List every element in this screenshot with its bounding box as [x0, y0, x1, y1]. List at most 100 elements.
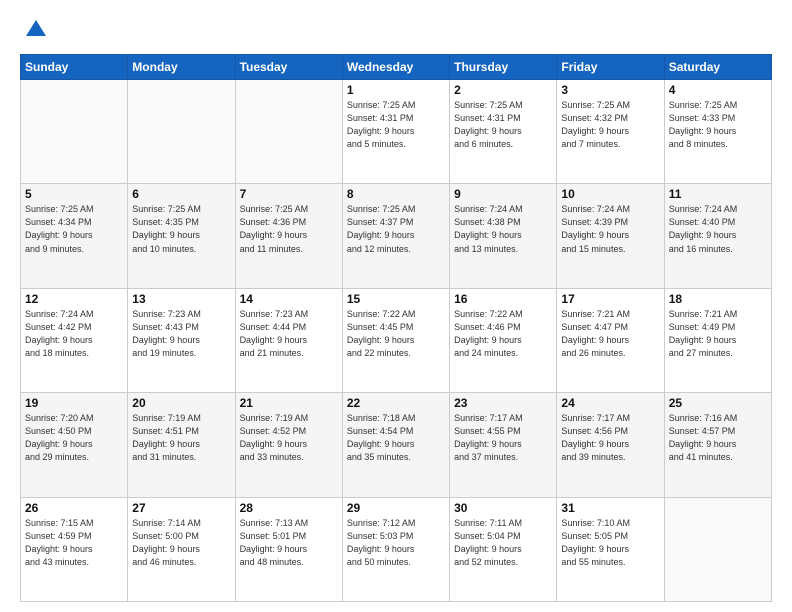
header [20, 16, 772, 44]
day-info: Sunrise: 7:25 AM Sunset: 4:35 PM Dayligh… [132, 203, 230, 255]
day-info: Sunrise: 7:24 AM Sunset: 4:38 PM Dayligh… [454, 203, 552, 255]
day-info: Sunrise: 7:17 AM Sunset: 4:56 PM Dayligh… [561, 412, 659, 464]
day-info: Sunrise: 7:24 AM Sunset: 4:40 PM Dayligh… [669, 203, 767, 255]
day-number: 12 [25, 292, 123, 306]
calendar-table: SundayMondayTuesdayWednesdayThursdayFrid… [20, 54, 772, 602]
day-info: Sunrise: 7:23 AM Sunset: 4:44 PM Dayligh… [240, 308, 338, 360]
day-number: 31 [561, 501, 659, 515]
day-info: Sunrise: 7:25 AM Sunset: 4:31 PM Dayligh… [347, 99, 445, 151]
calendar-cell: 14 Sunrise: 7:23 AM Sunset: 4:44 PM Dayli… [235, 288, 342, 392]
weekday-header-friday: Friday [557, 55, 664, 80]
calendar-cell: 16 Sunrise: 7:22 AM Sunset: 4:46 PM Dayli… [450, 288, 557, 392]
logo-icon [22, 16, 50, 44]
day-info: Sunrise: 7:17 AM Sunset: 4:55 PM Dayligh… [454, 412, 552, 464]
weekday-header-monday: Monday [128, 55, 235, 80]
day-info: Sunrise: 7:13 AM Sunset: 5:01 PM Dayligh… [240, 517, 338, 569]
calendar-cell: 4Sunrise: 7:25 AM Sunset: 4:33 PM Daylig… [664, 80, 771, 184]
day-number: 23 [454, 396, 552, 410]
day-number: 20 [132, 396, 230, 410]
day-info: Sunrise: 7:21 AM Sunset: 4:49 PM Dayligh… [669, 308, 767, 360]
day-number: 24 [561, 396, 659, 410]
calendar-cell [128, 80, 235, 184]
day-number: 10 [561, 187, 659, 201]
logo [20, 16, 50, 44]
day-info: Sunrise: 7:18 AM Sunset: 4:54 PM Dayligh… [347, 412, 445, 464]
day-info: Sunrise: 7:19 AM Sunset: 4:52 PM Dayligh… [240, 412, 338, 464]
calendar-cell: 13Sunrise: 7:23 AM Sunset: 4:43 PM Dayli… [128, 288, 235, 392]
day-number: 18 [669, 292, 767, 306]
calendar-cell: 27Sunrise: 7:14 AM Sunset: 5:00 PM Dayli… [128, 497, 235, 601]
weekday-header-sunday: Sunday [21, 55, 128, 80]
day-number: 29 [347, 501, 445, 515]
day-number: 11 [669, 187, 767, 201]
day-number: 25 [669, 396, 767, 410]
day-info: Sunrise: 7:25 AM Sunset: 4:33 PM Dayligh… [669, 99, 767, 151]
calendar-cell: 25 Sunrise: 7:16 AM Sunset: 4:57 PM Dayli… [664, 393, 771, 497]
week-row-2: 12 Sunrise: 7:24 AM Sunset: 4:42 PM Dayli… [21, 288, 772, 392]
week-row-3: 19Sunrise: 7:20 AM Sunset: 4:50 PM Dayli… [21, 393, 772, 497]
day-number: 9 [454, 187, 552, 201]
day-number: 26 [25, 501, 123, 515]
calendar-cell: 1 Sunrise: 7:25 AM Sunset: 4:31 PM Daylig… [342, 80, 449, 184]
calendar-cell [664, 497, 771, 601]
day-info: Sunrise: 7:22 AM Sunset: 4:45 PM Dayligh… [347, 308, 445, 360]
calendar-cell: 23 Sunrise: 7:17 AM Sunset: 4:55 PM Dayli… [450, 393, 557, 497]
day-info: Sunrise: 7:16 AM Sunset: 4:57 PM Dayligh… [669, 412, 767, 464]
day-info: Sunrise: 7:23 AM Sunset: 4:43 PM Dayligh… [132, 308, 230, 360]
calendar-cell: 29Sunrise: 7:12 AM Sunset: 5:03 PM Dayli… [342, 497, 449, 601]
day-number: 30 [454, 501, 552, 515]
day-number: 15 [347, 292, 445, 306]
calendar-cell: 22 Sunrise: 7:18 AM Sunset: 4:54 PM Dayli… [342, 393, 449, 497]
calendar-cell: 28 Sunrise: 7:13 AM Sunset: 5:01 PM Dayli… [235, 497, 342, 601]
calendar-cell: 20 Sunrise: 7:19 AM Sunset: 4:51 PM Dayli… [128, 393, 235, 497]
day-info: Sunrise: 7:25 AM Sunset: 4:31 PM Dayligh… [454, 99, 552, 151]
day-info: Sunrise: 7:24 AM Sunset: 4:39 PM Dayligh… [561, 203, 659, 255]
day-number: 17 [561, 292, 659, 306]
calendar-cell: 31 Sunrise: 7:10 AM Sunset: 5:05 PM Dayli… [557, 497, 664, 601]
calendar-cell: 26 Sunrise: 7:15 AM Sunset: 4:59 PM Dayli… [21, 497, 128, 601]
week-row-0: 1 Sunrise: 7:25 AM Sunset: 4:31 PM Daylig… [21, 80, 772, 184]
week-row-4: 26 Sunrise: 7:15 AM Sunset: 4:59 PM Dayli… [21, 497, 772, 601]
calendar-cell: 5 Sunrise: 7:25 AM Sunset: 4:34 PM Daylig… [21, 184, 128, 288]
day-number: 14 [240, 292, 338, 306]
calendar-cell: 2 Sunrise: 7:25 AM Sunset: 4:31 PM Daylig… [450, 80, 557, 184]
calendar-cell: 19Sunrise: 7:20 AM Sunset: 4:50 PM Dayli… [21, 393, 128, 497]
calendar-cell: 15 Sunrise: 7:22 AM Sunset: 4:45 PM Dayli… [342, 288, 449, 392]
calendar-cell: 17 Sunrise: 7:21 AM Sunset: 4:47 PM Dayli… [557, 288, 664, 392]
day-info: Sunrise: 7:25 AM Sunset: 4:34 PM Dayligh… [25, 203, 123, 255]
day-number: 5 [25, 187, 123, 201]
calendar-cell [21, 80, 128, 184]
page: SundayMondayTuesdayWednesdayThursdayFrid… [0, 0, 792, 612]
day-info: Sunrise: 7:22 AM Sunset: 4:46 PM Dayligh… [454, 308, 552, 360]
day-number: 27 [132, 501, 230, 515]
day-info: Sunrise: 7:24 AM Sunset: 4:42 PM Dayligh… [25, 308, 123, 360]
day-info: Sunrise: 7:25 AM Sunset: 4:36 PM Dayligh… [240, 203, 338, 255]
day-info: Sunrise: 7:20 AM Sunset: 4:50 PM Dayligh… [25, 412, 123, 464]
weekday-header-tuesday: Tuesday [235, 55, 342, 80]
day-number: 21 [240, 396, 338, 410]
day-number: 22 [347, 396, 445, 410]
day-info: Sunrise: 7:11 AM Sunset: 5:04 PM Dayligh… [454, 517, 552, 569]
calendar-cell: 9 Sunrise: 7:24 AM Sunset: 4:38 PM Daylig… [450, 184, 557, 288]
calendar-cell [235, 80, 342, 184]
day-info: Sunrise: 7:21 AM Sunset: 4:47 PM Dayligh… [561, 308, 659, 360]
day-number: 8 [347, 187, 445, 201]
day-number: 28 [240, 501, 338, 515]
day-info: Sunrise: 7:25 AM Sunset: 4:37 PM Dayligh… [347, 203, 445, 255]
day-number: 16 [454, 292, 552, 306]
weekday-header-saturday: Saturday [664, 55, 771, 80]
calendar-cell: 24 Sunrise: 7:17 AM Sunset: 4:56 PM Dayli… [557, 393, 664, 497]
calendar-cell: 7Sunrise: 7:25 AM Sunset: 4:36 PM Daylig… [235, 184, 342, 288]
calendar-cell: 10 Sunrise: 7:24 AM Sunset: 4:39 PM Dayli… [557, 184, 664, 288]
day-number: 3 [561, 83, 659, 97]
calendar-cell: 18 Sunrise: 7:21 AM Sunset: 4:49 PM Dayli… [664, 288, 771, 392]
day-number: 2 [454, 83, 552, 97]
day-info: Sunrise: 7:25 AM Sunset: 4:32 PM Dayligh… [561, 99, 659, 151]
weekday-header-thursday: Thursday [450, 55, 557, 80]
day-info: Sunrise: 7:15 AM Sunset: 4:59 PM Dayligh… [25, 517, 123, 569]
day-info: Sunrise: 7:19 AM Sunset: 4:51 PM Dayligh… [132, 412, 230, 464]
day-number: 1 [347, 83, 445, 97]
calendar-cell: 21 Sunrise: 7:19 AM Sunset: 4:52 PM Dayli… [235, 393, 342, 497]
calendar-cell: 3 Sunrise: 7:25 AM Sunset: 4:32 PM Daylig… [557, 80, 664, 184]
day-info: Sunrise: 7:10 AM Sunset: 5:05 PM Dayligh… [561, 517, 659, 569]
